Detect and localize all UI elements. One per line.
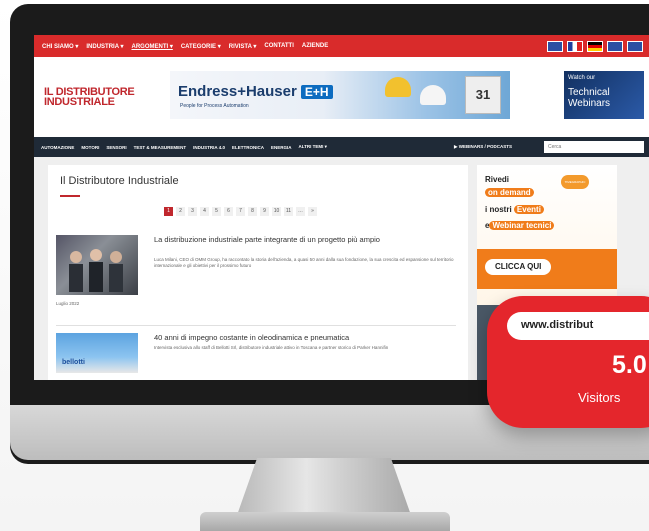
webinar-banner-small: Watch our	[568, 75, 596, 81]
search-input[interactable]	[544, 141, 644, 153]
banner-brand-text: Endress+Hauser	[178, 83, 297, 100]
cat-item-sensori[interactable]: SENSORI	[106, 145, 126, 150]
page-link[interactable]: 10	[272, 207, 281, 216]
pagination: 1 2 3 4 5 6 7 8 9 10 11 … »	[164, 207, 317, 216]
promo-text: i nostri	[485, 205, 512, 214]
nav-item-contatti[interactable]: CONTATTI	[264, 43, 293, 49]
webinar-banner-title: Technical Webinars	[568, 87, 611, 109]
flag-icon[interactable]	[607, 41, 623, 52]
article-title[interactable]: 40 anni di impegno costante in oleodinam…	[154, 333, 454, 342]
banner-tagline: People for Process Automation	[180, 103, 249, 109]
promo-pill: Eventi	[513, 205, 544, 214]
banner-brand: Endress+Hauser E+H	[178, 83, 333, 100]
banner-calendar: 31	[465, 76, 501, 114]
visitors-count: 5.0	[612, 351, 647, 379]
content-column: Il Distributore Industriale 1 2 3 4 5 6 …	[48, 165, 468, 380]
worker-helmet-icon	[385, 77, 411, 97]
title-underline	[60, 195, 80, 197]
page-link[interactable]: 8	[248, 207, 257, 216]
article-thumbnail[interactable]: bellotti	[56, 333, 138, 373]
thumbnail-label: bellotti	[62, 359, 85, 366]
visitors-badge: www.distribut 5.0 Visitors	[487, 296, 649, 428]
people-photo-icon	[69, 249, 123, 292]
logo-line-2: INDUSTRIALE	[44, 96, 115, 108]
page-link[interactable]: 3	[188, 207, 197, 216]
nav-item-industria[interactable]: INDUSTRIA ▾	[86, 43, 123, 50]
worker-helmet-icon	[420, 85, 446, 105]
monitor-stand	[236, 458, 412, 518]
top-navigation: CHI SIAMO ▾ INDUSTRIA ▾ ARGOMENTI ▾ CATE…	[34, 35, 649, 57]
banner-brand-badge: E+H	[300, 85, 333, 99]
cat-item-altri-temi[interactable]: ALTRI TEMI ▾	[298, 144, 326, 150]
page-link[interactable]: 5	[212, 207, 221, 216]
monitor-base	[200, 512, 450, 531]
promo-logo: TIMEGRAPHIC	[561, 175, 589, 189]
nav-item-categorie[interactable]: CATEGORIE ▾	[181, 43, 221, 50]
nav-item-rivista[interactable]: RIVISTA ▾	[229, 43, 257, 50]
page-link[interactable]: 11	[284, 207, 293, 216]
nav-item-aziende[interactable]: AZIENDE	[302, 43, 328, 49]
flag-icon[interactable]	[627, 41, 643, 52]
page-link[interactable]: 2	[176, 207, 185, 216]
webinars-podcasts-link[interactable]: ▶ WEBINARS / PODCASTS	[454, 144, 512, 150]
promo-line: Rivedi	[485, 175, 510, 184]
page-title: Il Distributore Industriale	[60, 175, 179, 187]
site-url: www.distribut	[521, 319, 594, 331]
article-excerpt: Intervista esclusiva allo staff di Bello…	[154, 345, 389, 350]
promo-cta-bar: CLICCA QUI	[477, 249, 617, 289]
flag-france-icon[interactable]	[567, 41, 583, 52]
page-link[interactable]: 7	[236, 207, 245, 216]
endress-hauser-banner[interactable]: Endress+Hauser E+H People for Process Aut…	[170, 71, 510, 119]
webinar-promo[interactable]: Rivedi on demand i nostri Eventi e Webina…	[477, 165, 617, 305]
flag-icon[interactable]	[547, 41, 563, 52]
clicca-qui-button[interactable]: CLICCA QUI	[485, 259, 552, 275]
promo-pill: on demand	[485, 188, 534, 197]
article-item[interactable]: La distribuzione industriale parte integ…	[56, 235, 466, 315]
article-thumbnail[interactable]	[56, 235, 138, 295]
language-flags	[547, 41, 643, 52]
page-link[interactable]: 4	[200, 207, 209, 216]
site-header: IL DISTRIBUTORE INDUSTRIALE Endress+Haus…	[34, 57, 649, 137]
flag-germany-icon[interactable]	[587, 41, 603, 52]
page-link[interactable]: 9	[260, 207, 269, 216]
visitors-label: Visitors	[578, 390, 621, 405]
article-date: Luglio 2022	[56, 301, 80, 306]
next-page-link[interactable]: »	[308, 207, 317, 216]
article-divider	[56, 325, 456, 326]
site-logo[interactable]: IL DISTRIBUTORE INDUSTRIALE	[44, 87, 135, 108]
technical-webinars-banner[interactable]: Watch our Technical Webinars	[564, 71, 644, 119]
promo-line: e Webinar tecnici	[485, 221, 555, 230]
cat-item-automazione[interactable]: AUTOMAZIONE	[41, 145, 74, 150]
cat-item-elettronica[interactable]: ELETTRONICA	[232, 145, 264, 150]
url-pill: www.distribut	[507, 312, 649, 340]
category-navigation: AUTOMAZIONE MOTORI SENSORI TEST & MEASUR…	[34, 137, 649, 157]
promo-pill: Webinar tecnici	[489, 221, 555, 230]
cat-item-energia[interactable]: ENERGIA	[271, 145, 292, 150]
page-link[interactable]: 1	[164, 207, 173, 216]
cat-item-industria-40[interactable]: INDUSTRIA 4.0	[193, 145, 225, 150]
cat-item-motori[interactable]: MOTORI	[81, 145, 99, 150]
nav-item-chi-siamo[interactable]: CHI SIAMO ▾	[42, 43, 78, 50]
nav-item-argomenti[interactable]: ARGOMENTI ▾	[131, 43, 172, 50]
article-excerpt: Luca Milani, CEO di OMM Group, ha raccon…	[154, 257, 454, 268]
cat-item-test-measurement[interactable]: TEST & MEASUREMENT	[134, 145, 187, 150]
promo-line: i nostri Eventi	[485, 205, 544, 214]
article-item[interactable]: bellotti 40 anni di impegno costante in …	[56, 333, 466, 378]
page-link[interactable]: 6	[224, 207, 233, 216]
promo-line: on demand	[485, 188, 534, 197]
page-ellipsis: …	[296, 207, 305, 216]
article-title[interactable]: La distribuzione industriale parte integ…	[154, 235, 454, 244]
